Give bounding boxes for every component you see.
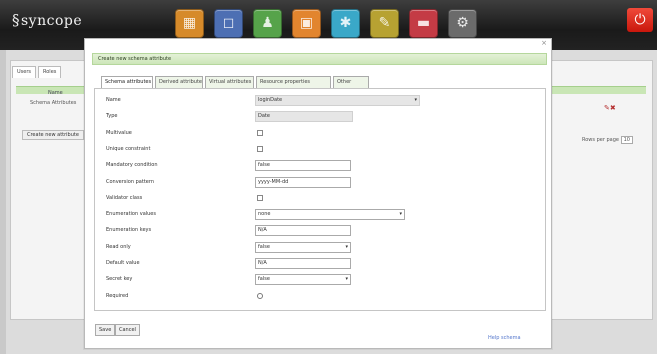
form-row: Unique constraint (95, 143, 547, 157)
rows-per-page-select[interactable]: 10 (620, 136, 633, 144)
chevron-down-icon: ▾ (345, 243, 348, 250)
help-link[interactable]: Help schema (488, 335, 521, 341)
field-label: Secret key (106, 276, 133, 283)
select-field[interactable]: false ▾ (255, 241, 351, 253)
schema-glyph: ▦ (182, 15, 197, 31)
field-label: Validator class (106, 194, 143, 201)
field-value: false (258, 243, 270, 250)
checkbox[interactable] (257, 129, 263, 136)
users-glyph: ◻ (222, 15, 235, 31)
connectors-glyph: ✱ (339, 15, 352, 31)
schema-form: Name loginDate ▾ Type Date Multivalue Unique c… (94, 88, 546, 311)
text-field[interactable]: N/A (255, 258, 351, 269)
roles-icon[interactable]: ♟ (253, 9, 282, 38)
tasks-glyph: ▬ (416, 15, 431, 31)
rows-per-page-label: Rows per page (582, 137, 619, 143)
field-label: Enumeration keys (106, 227, 152, 234)
form-row: Enumeration values none ▾ (95, 208, 547, 222)
form-row: Conversion pattern yyyy-MM-dd (95, 176, 547, 190)
form-row: Read only false ▾ (95, 241, 547, 255)
form-row: Mandatory condition false (95, 159, 547, 173)
chevron-down-icon: ▾ (399, 211, 402, 218)
background-create-button[interactable]: Create new attribute (22, 130, 84, 140)
select-field[interactable]: false ▾ (255, 274, 351, 286)
form-row: Validator class (95, 192, 547, 206)
tasks-icon[interactable]: ▬ (409, 9, 438, 38)
brand-logo[interactable]: §syncope (12, 11, 82, 29)
reports-glyph: ✎ (378, 15, 391, 31)
users-icon[interactable]: ◻ (214, 9, 243, 38)
close-icon[interactable]: × (541, 39, 547, 47)
chevron-down-icon: ▾ (345, 276, 348, 283)
field-value: false (258, 162, 270, 169)
bg-tab-roles[interactable]: Roles (38, 66, 62, 78)
connectors-icon[interactable]: ✱ (331, 9, 360, 38)
logout-power-icon[interactable]: ⏻ (627, 8, 653, 32)
field-value: yyyy-MM-dd (258, 178, 289, 185)
configuration-glyph: ⚙ (456, 15, 469, 31)
select-field[interactable]: none ▾ (255, 209, 405, 221)
background-row-label: Schema Attributes (30, 100, 77, 106)
configuration-icon[interactable]: ⚙ (448, 9, 477, 38)
tab-other[interactable]: Other (333, 76, 369, 88)
field-label: Type (106, 113, 118, 120)
tab-virtual-attributes[interactable]: Virtual attributes (205, 76, 254, 88)
form-row: Secret key false ▾ (95, 273, 547, 287)
field-label: Mandatory condition (106, 162, 158, 169)
text-field: Date (255, 111, 353, 123)
checkbox[interactable] (257, 194, 263, 201)
field-label: Unique constraint (106, 145, 151, 152)
form-row: Type Date (95, 110, 547, 124)
background-header-label: Name (48, 90, 63, 96)
field-label: Enumeration values (106, 211, 156, 218)
field-label: Multivalue (106, 129, 132, 136)
form-row: Multivalue (95, 127, 547, 141)
form-row: Name loginDate ▾ (95, 94, 547, 108)
form-row: Default value N/A (95, 257, 547, 271)
modal-titlebar: Create new schema attribute (92, 53, 547, 65)
field-value: Date (258, 113, 270, 120)
radio-button[interactable] (257, 292, 263, 299)
chevron-down-icon: ▾ (414, 97, 417, 103)
bg-tab-users[interactable]: Users (12, 66, 37, 78)
brand-name: syncope (21, 13, 83, 29)
form-row: Enumeration keys N/A (95, 224, 547, 238)
rows-per-page: Rows per page 10 (582, 136, 633, 144)
field-value: false (258, 276, 270, 283)
field-value: none (258, 211, 271, 218)
roles-glyph: ♟ (261, 15, 274, 31)
reports-icon[interactable]: ✎ (370, 9, 399, 38)
cancel-button[interactable]: Cancel (115, 324, 140, 336)
field-label: Conversion pattern (106, 178, 154, 185)
brand-mark: § (12, 11, 20, 29)
field-value: loginDate (258, 97, 283, 103)
text-field[interactable]: N/A (255, 225, 351, 237)
field-label: Default value (106, 260, 140, 266)
select-field: loginDate ▾ (255, 95, 420, 106)
schema-icon[interactable]: ▦ (175, 9, 204, 38)
save-button[interactable]: Save (95, 324, 116, 336)
delete-icon[interactable]: ✎✖ (604, 104, 616, 112)
form-row: Required (95, 290, 547, 304)
schema-modal: × Create new schema attribute Schema att… (84, 38, 552, 349)
checkbox[interactable] (257, 145, 263, 152)
resources-glyph: ▣ (299, 15, 314, 31)
tab-resource-properties[interactable]: Resource properties (256, 76, 331, 88)
text-field[interactable]: false (255, 160, 351, 172)
resources-icon[interactable]: ▣ (292, 9, 321, 38)
field-label: Read only (106, 243, 131, 250)
tab-derived-attributes[interactable]: Derived attributes (155, 76, 203, 88)
field-value: N/A (258, 260, 267, 266)
modal-title: Create new schema attribute (98, 56, 172, 62)
field-label: Required (106, 292, 129, 299)
field-value: N/A (258, 227, 267, 234)
text-field[interactable]: yyyy-MM-dd (255, 176, 351, 188)
field-label: Name (106, 97, 121, 103)
